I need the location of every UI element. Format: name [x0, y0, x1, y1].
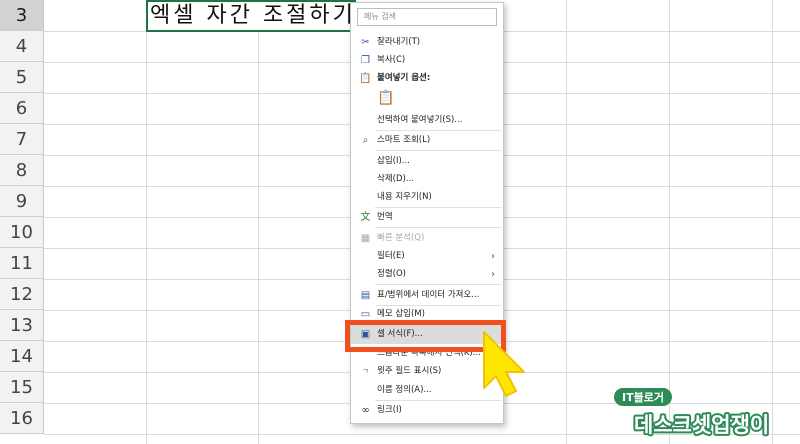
copy-icon: ❐	[361, 55, 370, 66]
menu-separator	[375, 150, 501, 151]
menu-item-paste-special[interactable]: 선택하여 붙여넣기(S)...	[351, 111, 503, 130]
menu-item-smart-lookup[interactable]: ⌕ 스마트 조회(L)	[351, 131, 503, 150]
row-header-5[interactable]: 5	[0, 62, 44, 93]
menu-item-translate[interactable]: 文 번역	[351, 208, 503, 227]
watermark-name-text: 데스크셋업쟁이	[634, 413, 769, 437]
menu-item-paste-options: 📋 붙여넣기 옵션:	[359, 73, 431, 84]
row-header-13[interactable]: 13	[0, 310, 44, 341]
cell-text: 엑셀 자간 조절하기	[150, 3, 356, 28]
menu-separator	[375, 284, 501, 285]
row-header-16[interactable]: 16	[0, 403, 44, 434]
row-header-4[interactable]: 4	[0, 31, 44, 62]
column-divider	[258, 0, 259, 444]
translate-icon: 文	[360, 212, 371, 223]
menu-item-quick-analysis[interactable]: ▦ 빠른 분석(Q)	[351, 229, 503, 248]
column-divider	[146, 0, 147, 444]
menu-item-delete[interactable]: 삭제(D)...	[351, 170, 503, 189]
scissors-icon: ✂	[361, 37, 370, 48]
row-header-3[interactable]: 3	[0, 0, 44, 31]
menu-item-insert[interactable]: 삽입(I)...	[351, 152, 503, 171]
menu-separator	[375, 227, 501, 228]
chevron-right-icon: ›	[491, 269, 495, 280]
watermark-badge-text: IT블로거	[622, 390, 664, 404]
row-header-12[interactable]: 12	[0, 279, 44, 310]
row-header-15[interactable]: 15	[0, 372, 44, 403]
chevron-right-icon: ›	[491, 251, 495, 262]
menu-item-cut[interactable]: ✂ 잘라내기(T)	[351, 33, 503, 52]
quick-analysis-icon: ▦	[360, 233, 371, 244]
menu-item-link[interactable]: ∞ 링크(I)	[351, 401, 503, 420]
paste-clipboard-icon[interactable]: 📋	[377, 91, 394, 110]
paste-option-row: 📋	[351, 90, 503, 112]
cursor-arrow-icon	[483, 331, 525, 397]
row-header-6[interactable]: 6	[0, 93, 44, 124]
menu-item-filter[interactable]: 필터(E) ›	[351, 247, 503, 266]
menu-item-get-data[interactable]: ▤ 표/범위에서 데이터 가져오...	[351, 286, 503, 305]
row-header-8[interactable]: 8	[0, 155, 44, 186]
column-divider	[566, 0, 567, 444]
table-icon: ▤	[360, 290, 371, 301]
row-header-7[interactable]: 7	[0, 124, 44, 155]
row-header-11[interactable]: 11	[0, 248, 44, 279]
phonetic-icon: ㄱ	[362, 367, 369, 375]
menu-search-input[interactable]: 메뉴 검색	[357, 8, 497, 26]
clipboard-icon: 📋	[359, 73, 372, 84]
column-divider	[669, 0, 670, 444]
row-header-10[interactable]: 10	[0, 217, 44, 248]
watermark-logo: IT블로거 데스크셋업쟁이	[614, 388, 771, 439]
menu-item-sort[interactable]: 정렬(O) ›	[351, 265, 503, 284]
column-divider	[772, 0, 773, 444]
search-icon: ⌕	[362, 135, 369, 146]
link-icon: ∞	[361, 405, 370, 416]
row-header-14[interactable]: 14	[0, 341, 44, 372]
menu-item-copy[interactable]: ❐ 복사(C)	[351, 51, 503, 70]
menu-item-clear-contents[interactable]: 내용 지우기(N)	[351, 188, 503, 207]
row-header-9[interactable]: 9	[0, 186, 44, 217]
